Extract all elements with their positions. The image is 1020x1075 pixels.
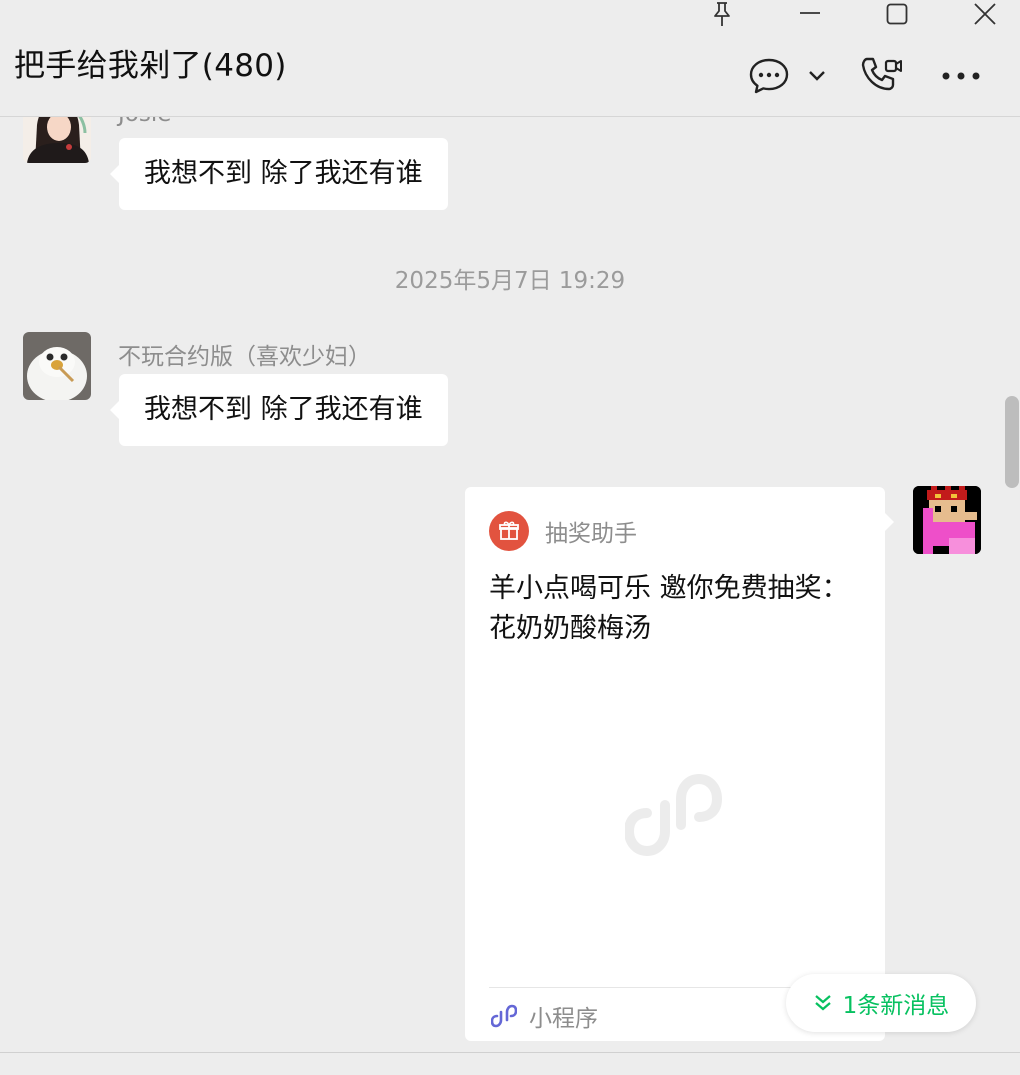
sender-name: 不玩合约版（喜欢少妇） bbox=[118, 344, 371, 370]
mini-program-icon bbox=[491, 1004, 517, 1028]
video-call-icon[interactable] bbox=[858, 54, 906, 98]
avatar-snowman[interactable] bbox=[23, 332, 91, 400]
sender-name: Josie bbox=[118, 117, 171, 127]
chat-bubble-icon[interactable] bbox=[746, 54, 792, 98]
input-area-edge bbox=[0, 1052, 1020, 1075]
message-list[interactable]: Josie 我想不到 除了我还有谁 2025年5月7日 19:29 不玩合约版（… bbox=[0, 117, 1020, 1052]
gift-icon bbox=[489, 511, 529, 551]
mini-program-logo-icon bbox=[623, 769, 725, 865]
title-bar: 把手给我剁了(480) bbox=[0, 0, 1020, 117]
minimize-icon[interactable] bbox=[794, 0, 826, 28]
card-footer-label: 小程序 bbox=[529, 1006, 598, 1032]
message-bubble[interactable]: 我想不到 除了我还有谁 bbox=[110, 374, 448, 446]
close-icon[interactable] bbox=[968, 0, 1002, 28]
card-app-header: 抽奖助手 bbox=[489, 511, 637, 551]
new-message-label: 1条新消息 bbox=[842, 993, 950, 1019]
timestamp: 2025年5月7日 19:29 bbox=[394, 268, 626, 294]
chevron-down-icon[interactable] bbox=[804, 64, 830, 88]
card-text: 羊小点喝可乐 邀你免费抽奖：花奶奶酸梅汤 bbox=[489, 573, 849, 644]
card-footer: 小程序 bbox=[491, 999, 598, 1033]
maximize-icon[interactable] bbox=[880, 0, 914, 28]
avatar-josie[interactable] bbox=[23, 117, 91, 163]
mini-program-card[interactable]: 抽奖助手 羊小点喝可乐 邀你免费抽奖：花奶奶酸梅汤 小程序 bbox=[465, 487, 894, 1041]
pin-icon[interactable] bbox=[706, 0, 738, 28]
card-app-name: 抽奖助手 bbox=[545, 521, 637, 547]
more-icon[interactable] bbox=[938, 64, 984, 88]
message-bubble[interactable]: 我想不到 除了我还有谁 bbox=[110, 138, 448, 210]
new-message-button[interactable]: 1条新消息 bbox=[786, 974, 976, 1032]
chat-title: 把手给我剁了(480) bbox=[14, 48, 287, 84]
scrollbar[interactable] bbox=[1005, 396, 1019, 488]
double-chevron-down-icon bbox=[814, 995, 831, 1011]
avatar-self[interactable] bbox=[913, 486, 981, 554]
